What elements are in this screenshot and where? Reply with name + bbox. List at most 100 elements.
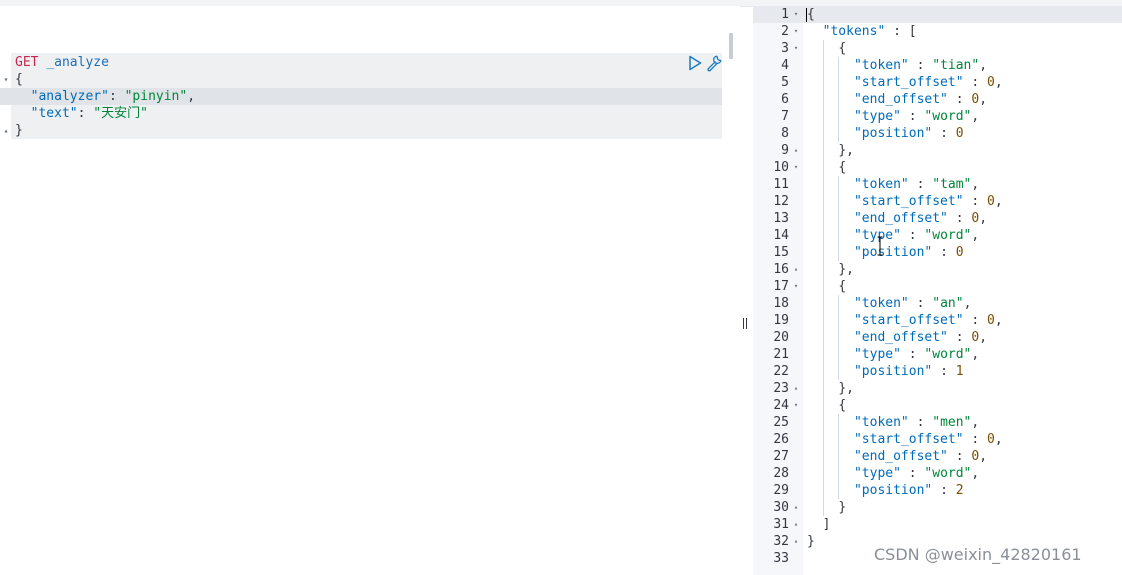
json-key: "token": [853, 415, 909, 430]
line-number: 31: [773, 517, 789, 532]
fold-marker-icon[interactable]: ▴: [792, 142, 800, 159]
json-string: "pinyin": [124, 89, 188, 104]
fold-marker-icon[interactable]: ▾: [792, 397, 800, 414]
wrench-icon[interactable]: [705, 54, 723, 72]
json-string: "tian": [932, 58, 980, 73]
fold-marker-icon[interactable]: [792, 482, 800, 499]
fold-marker-icon[interactable]: ▴: [792, 533, 800, 550]
line-number: 23: [773, 381, 789, 396]
json-number: 1: [955, 364, 964, 379]
json-string: "men": [932, 415, 972, 430]
line-number: 10: [773, 160, 789, 175]
json-key: "analyzer": [30, 89, 109, 104]
line-number: 26: [773, 432, 789, 447]
fold-marker-icon[interactable]: ▾: [792, 278, 800, 295]
fold-marker-icon[interactable]: [792, 244, 800, 261]
line-number: 32: [773, 534, 789, 549]
line-number: 19: [773, 313, 789, 328]
json-key: "token": [853, 177, 909, 192]
fold-marker-icon[interactable]: ▴: [792, 380, 800, 397]
code-line: "start_offset" : 0,: [853, 313, 1003, 328]
line-number: 24: [773, 398, 789, 413]
code-line: }: [807, 533, 815, 550]
code-line: },: [838, 262, 854, 277]
json-key: "tokens": [822, 24, 886, 39]
fold-marker-icon[interactable]: [792, 431, 800, 448]
line-number: 8: [781, 126, 789, 141]
line-number: 5: [781, 75, 789, 90]
fold-marker-icon[interactable]: [792, 346, 800, 363]
fold-marker-icon[interactable]: [792, 176, 800, 193]
json-bracket: ]: [822, 517, 831, 532]
line-number: 16: [773, 262, 789, 277]
code-line: "token" : "tam",: [853, 177, 980, 192]
json-key: "token": [853, 296, 909, 311]
code-line: "token" : "men",: [853, 415, 980, 430]
code-line: {: [838, 160, 847, 175]
code-line: "start_offset" : 0,: [853, 194, 1003, 209]
fold-marker-icon[interactable]: [792, 210, 800, 227]
request-line[interactable]: GET _analyze: [15, 54, 109, 71]
line-number: 3: [781, 41, 789, 56]
line-number: 28: [773, 466, 789, 481]
json-number: 0: [955, 245, 964, 260]
editor-scrollbar[interactable]: [729, 33, 733, 59]
line-number: 21: [773, 347, 789, 362]
fold-marker-icon[interactable]: [792, 295, 800, 312]
fold-marker-icon[interactable]: [792, 550, 800, 567]
code-line: {: [838, 279, 847, 294]
play-icon[interactable]: [688, 55, 702, 71]
json-key: "position": [853, 364, 933, 379]
fold-marker-icon[interactable]: [792, 363, 800, 380]
code-line: "end_offset" : 0,: [853, 211, 988, 226]
json-key: "position": [853, 126, 933, 141]
fold-toggle-icon[interactable]: ▴: [2, 122, 10, 139]
json-key: "type": [853, 466, 901, 481]
code-line: {: [807, 6, 815, 23]
line-number: 11: [773, 177, 789, 192]
fold-marker-icon[interactable]: [792, 193, 800, 210]
code-line: "position" : 0: [853, 245, 964, 260]
code-line: "position" : 0: [853, 126, 964, 141]
code-line: {: [838, 41, 847, 56]
fold-marker-icon[interactable]: ▴: [792, 261, 800, 278]
fold-marker-icon[interactable]: [792, 125, 800, 142]
fold-marker-icon[interactable]: ▾: [792, 6, 800, 23]
text-cursor: [806, 8, 807, 22]
code-line: "type" : "word",: [853, 347, 980, 362]
response-viewer[interactable]: 1 ▾ 2 ▾ 3 ▾ 4 5 6 7 8 9 ▴ 10 ▾ 11 12 13 14 15 16 ▴ 17 ▾ 18 19 20 21…: [753, 6, 1122, 575]
code-line: "end_offset" : 0,: [853, 92, 988, 107]
request-editor[interactable]: GET _analyze ▾ { "analyzer": "pinyin", "…: [0, 6, 740, 575]
line-number: 14: [773, 228, 789, 243]
fold-marker-icon[interactable]: [792, 465, 800, 482]
fold-marker-icon[interactable]: [792, 227, 800, 244]
fold-marker-icon[interactable]: [792, 329, 800, 346]
fold-marker-icon[interactable]: [792, 57, 800, 74]
fold-marker-icon[interactable]: [792, 414, 800, 431]
json-number: 0: [971, 449, 980, 464]
json-number: 0: [971, 211, 980, 226]
fold-marker-icon[interactable]: ▴: [792, 499, 800, 516]
fold-marker-icon[interactable]: [792, 74, 800, 91]
resize-handle-icon[interactable]: [741, 316, 749, 332]
code-line: "tokens" : [: [822, 24, 917, 39]
line-number: 20: [773, 330, 789, 345]
request-method: GET: [15, 55, 39, 70]
json-bracket: [: [908, 24, 917, 39]
code-line: "token" : "tian",: [853, 58, 988, 73]
fold-marker-icon[interactable]: [792, 448, 800, 465]
fold-marker-icon[interactable]: ▾: [792, 40, 800, 57]
fold-marker-icon[interactable]: [792, 312, 800, 329]
code-line: {: [838, 398, 847, 413]
fold-marker-icon[interactable]: ▾: [792, 159, 800, 176]
watermark: CSDN @weixin_42820161: [874, 545, 1082, 564]
fold-marker-icon[interactable]: ▾: [792, 23, 800, 40]
json-number: 0: [971, 92, 980, 107]
fold-toggle-icon[interactable]: ▾: [2, 71, 10, 88]
fold-marker-icon[interactable]: ▴: [792, 516, 800, 533]
code-line: "end_offset" : 0,: [853, 449, 988, 464]
fold-marker-icon[interactable]: [792, 91, 800, 108]
json-key: "type": [853, 347, 901, 362]
fold-marker-icon[interactable]: [792, 108, 800, 125]
text-cursor-icon: [877, 236, 883, 256]
